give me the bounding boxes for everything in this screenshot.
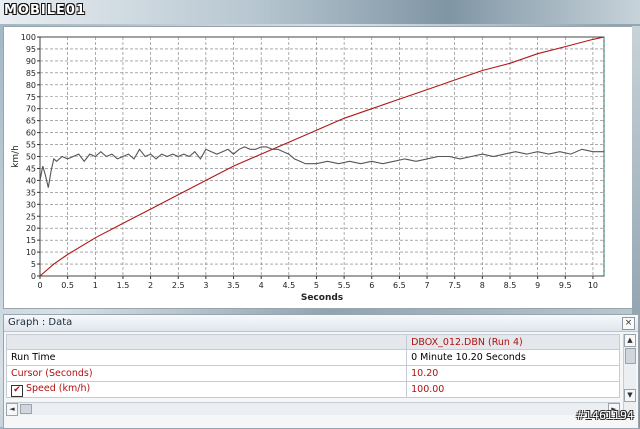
y-axis-label: km/h [11, 145, 21, 168]
y-tick-label: 65 [26, 117, 36, 126]
y-tick-label: 85 [26, 69, 36, 78]
row-value-speed: 100.00 [406, 381, 620, 398]
table-row[interactable]: Run Time 0 Minute 10.20 Seconds [5, 349, 620, 366]
table-row[interactable]: ✔ Speed (km/h) 100.00 [5, 381, 620, 398]
panel-title: Graph : Data × [4, 315, 638, 332]
x-tick-label: 5.5 [338, 281, 351, 290]
graph-panel[interactable]: 0 5 10 15 20 25 30 35 40 45 50 55 60 65 70 75 80 85 90 95 10… [3, 26, 633, 309]
x-axis-label: Seconds [301, 293, 343, 303]
x-tick-label: 9 [535, 281, 540, 290]
x-tick-label: 10 [588, 281, 598, 290]
x-tick-label: 2 [148, 281, 153, 290]
row-label-cursor: Cursor (Seconds) [5, 365, 408, 382]
x-tick-label: 8 [480, 281, 485, 290]
speed-checkbox[interactable]: ✔ [11, 384, 23, 397]
scroll-thumb[interactable] [20, 404, 32, 414]
scroll-up-icon[interactable]: ▲ [624, 334, 636, 347]
y-tick-label: 70 [26, 105, 36, 114]
scroll-down-icon[interactable]: ▼ [624, 389, 636, 402]
row-label-speed: ✔ Speed (km/h) [5, 381, 408, 398]
speed-label-text: Speed (km/h) [26, 382, 91, 394]
graph-data-panel: Graph : Data × DBOX_012.DBN (Run 4) Run … [3, 314, 639, 429]
y-tick-label: 50 [26, 153, 36, 162]
x-tick-label: 4 [259, 281, 264, 290]
y-tick-label: 15 [26, 236, 36, 245]
y-tick-label: 0 [31, 272, 36, 281]
x-tick-label: 7.5 [448, 281, 461, 290]
y-tick-label: 90 [26, 57, 36, 66]
x-tick-label: 0.5 [61, 281, 74, 290]
y-tick-label: 25 [26, 212, 36, 221]
site-logo: MOBILE01 [4, 3, 86, 18]
x-tick-label: 6.5 [393, 281, 406, 290]
x-tick-label: 7 [425, 281, 430, 290]
row-label-run-time: Run Time [5, 349, 408, 366]
speed-time-chart[interactable]: 0510152025303540455055606570758085909510… [4, 27, 632, 308]
x-tick-label: 3.5 [227, 281, 240, 290]
grid-header-row: DBOX_012.DBN (Run 4) [5, 334, 620, 350]
x-tick-label: 1 [93, 281, 98, 290]
x-tick-label: 6 [369, 281, 374, 290]
row-value-cursor: 10.20 [406, 365, 620, 382]
y-tick-label: 5 [31, 260, 36, 269]
grid-header-blank [5, 334, 408, 350]
y-tick-label: 30 [26, 200, 36, 209]
x-tick-label: 1.5 [117, 281, 130, 290]
vertical-scrollbar[interactable]: ▲ ▼ [623, 334, 636, 414]
y-tick-label: 20 [26, 224, 36, 233]
scroll-thumb[interactable] [625, 348, 636, 364]
background-strip: MOBILE01 [0, 0, 640, 24]
y-tick-label: 80 [26, 81, 36, 90]
table-row[interactable]: Cursor (Seconds) 10.20 [5, 365, 620, 382]
watermark: #1461194 [575, 409, 634, 422]
y-tick-label: 100 [21, 33, 36, 42]
x-tick-label: 2.5 [172, 281, 185, 290]
panel-title-text: Graph : Data [8, 317, 73, 328]
grid-header-run[interactable]: DBOX_012.DBN (Run 4) [406, 334, 620, 350]
y-tick-label: 40 [26, 176, 36, 185]
x-tick-label: 4.5 [282, 281, 295, 290]
data-grid: DBOX_012.DBN (Run 4) Run Time 0 Minute 1… [5, 334, 620, 398]
row-value-run-time: 0 Minute 10.20 Seconds [406, 349, 620, 366]
scroll-left-icon[interactable]: ◄ [6, 403, 18, 416]
x-tick-label: 0 [37, 281, 42, 290]
y-tick-label: 55 [26, 141, 36, 150]
x-tick-label: 9.5 [559, 281, 572, 290]
y-tick-label: 35 [26, 188, 36, 197]
y-tick-label: 95 [26, 45, 36, 54]
horizontal-scrollbar[interactable]: ◄ ► [6, 402, 620, 416]
y-tick-label: 45 [26, 164, 36, 173]
y-tick-label: 75 [26, 93, 36, 102]
x-tick-label: 5 [314, 281, 319, 290]
y-tick-label: 60 [26, 129, 36, 138]
close-icon[interactable]: × [622, 317, 635, 330]
x-tick-label: 3 [203, 281, 208, 290]
x-tick-label: 8.5 [504, 281, 517, 290]
y-tick-label: 10 [26, 248, 36, 257]
